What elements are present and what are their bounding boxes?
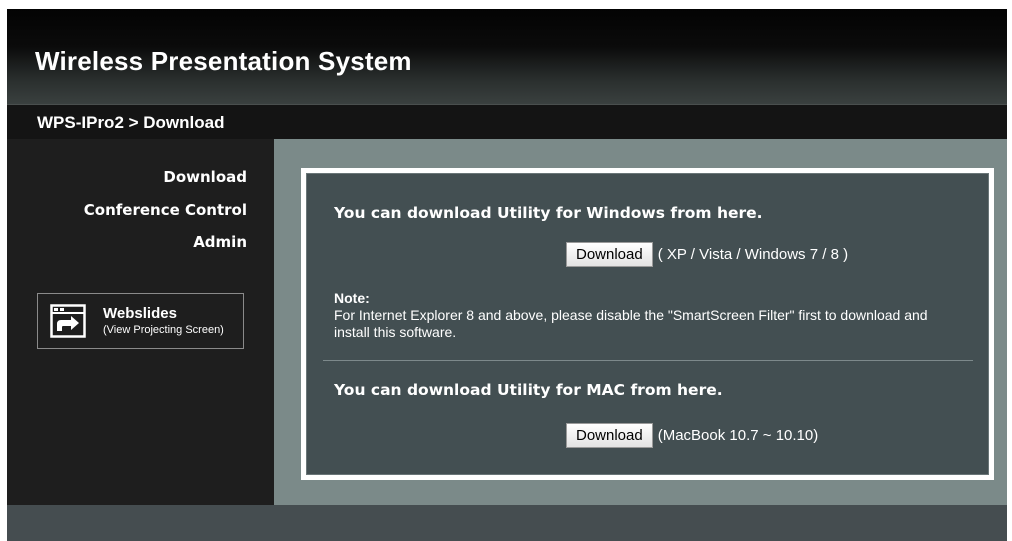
app-title: Wireless Presentation System <box>35 46 412 76</box>
presentation-screen-icon <box>50 304 86 338</box>
mac-download-button[interactable]: Download <box>566 423 653 448</box>
mac-download-row: Download (MacBook 10.7 ~ 10.10) <box>566 423 818 448</box>
download-panel-frame: You can download Utility for Windows fro… <box>301 168 994 480</box>
footer-bar <box>7 505 1007 541</box>
sidebar: Download Conference Control Admin Websli… <box>7 139 274 505</box>
windows-download-heading: You can download Utility for Windows fro… <box>334 204 763 222</box>
webslides-title: Webslides <box>103 305 177 322</box>
webslides-subtitle: (View Projecting Screen) <box>103 324 224 336</box>
note-label: Note: <box>334 290 370 306</box>
app-frame: Wireless Presentation System WPS-IPro2 >… <box>7 9 1007 541</box>
sidebar-item-download[interactable]: Download <box>163 168 247 186</box>
section-divider <box>323 360 973 361</box>
sidebar-item-conference-control[interactable]: Conference Control <box>84 201 247 219</box>
breadcrumb-bar: WPS-IPro2 > Download <box>7 104 1007 139</box>
windows-compat-text: ( XP / Vista / Windows 7 / 8 ) <box>657 246 849 263</box>
header: Wireless Presentation System <box>7 9 1007 104</box>
breadcrumb: WPS-IPro2 > Download <box>37 113 225 132</box>
windows-download-row: Download ( XP / Vista / Windows 7 / 8 ) <box>566 242 848 267</box>
note-text: For Internet Explorer 8 and above, pleas… <box>334 307 928 340</box>
mac-compat-text: (MacBook 10.7 ~ 10.10) <box>657 427 819 444</box>
download-panel: You can download Utility for Windows fro… <box>306 173 989 475</box>
windows-download-button[interactable]: Download <box>566 242 653 267</box>
webslides-button[interactable]: Webslides (View Projecting Screen) <box>37 293 244 349</box>
content-area: You can download Utility for Windows fro… <box>274 139 1007 505</box>
mac-download-heading: You can download Utility for MAC from he… <box>334 381 723 399</box>
sidebar-item-admin[interactable]: Admin <box>193 233 247 251</box>
